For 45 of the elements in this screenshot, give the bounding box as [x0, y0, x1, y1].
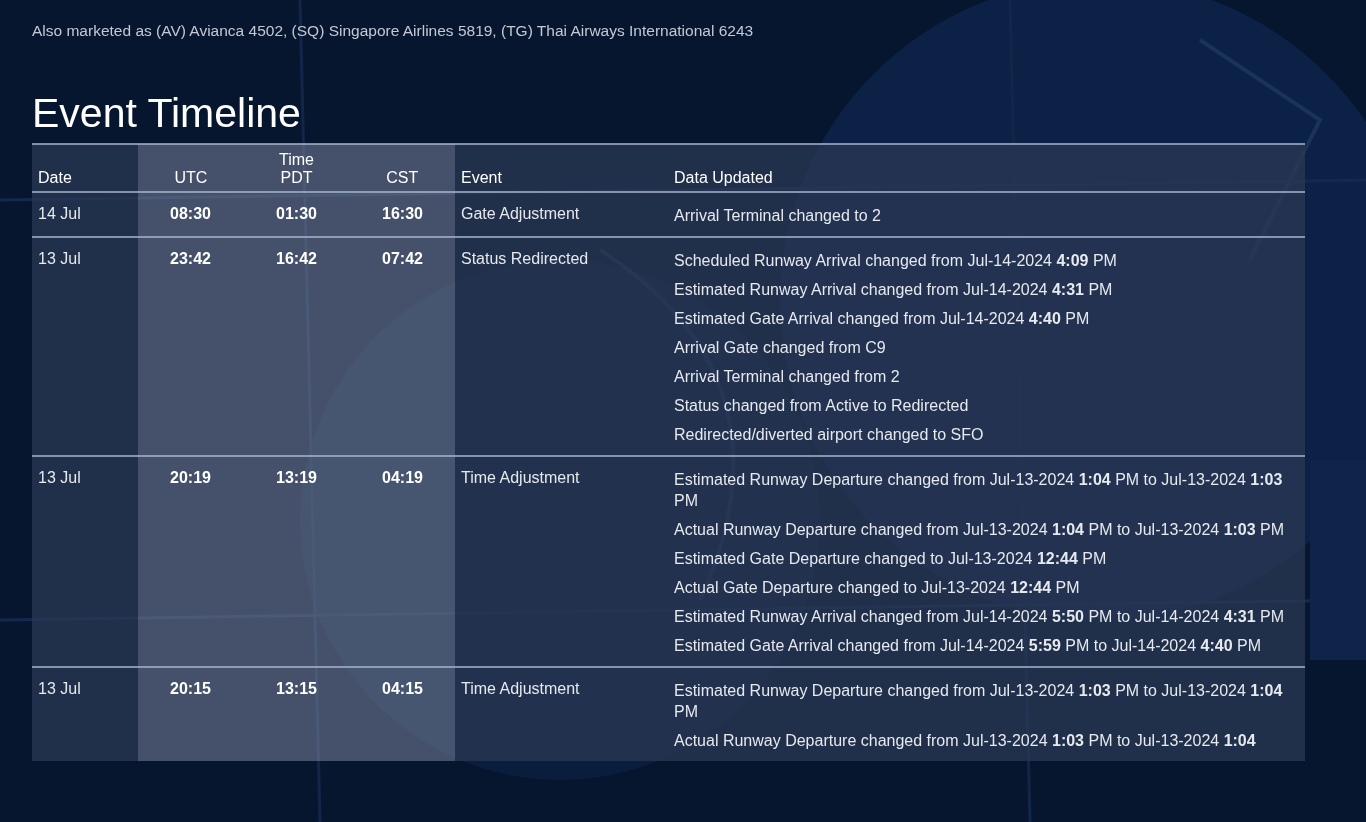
table-cell: 14 Jul	[32, 192, 138, 237]
change-entry: Estimated Runway Departure changed from Jul-13-2024 1:03 PM to Jul-13-2024 1:04 PM	[674, 681, 1284, 722]
change-entry: Estimated Runway Arrival changed from Jul-14-2024 5:50 PM to Jul-14-2024 4:31 PM	[674, 607, 1285, 627]
table-cell: 16:30	[350, 192, 455, 237]
change-entry: Estimated Gate Arrival changed from Jul-14-2024 5:59 PM to Jul-14-2024 4:40 PM	[674, 636, 1262, 656]
change-entry: Scheduled Runway Arrival changed from Jul-14-2024 4:09 PM	[674, 251, 1118, 271]
table-cell: 13 Jul	[32, 667, 138, 761]
change-entry: Arrival Gate changed from C9	[674, 338, 887, 358]
column-header: Event	[455, 144, 668, 192]
change-entry: Actual Runway Departure changed from Jul-13-2024 1:03 PM to Jul-13-2024 1:04	[674, 731, 1257, 751]
table-cell: 08:30	[138, 192, 243, 237]
table-cell: 20:15	[138, 667, 243, 761]
change-entry: Status changed from Active to Redirected	[674, 396, 970, 416]
table-cell: 16:42	[243, 237, 350, 456]
change-entry: Estimated Runway Departure changed from Jul-13-2024 1:04 PM to Jul-13-2024 1:03 PM	[674, 470, 1284, 511]
table-cell: Time Adjustment	[455, 456, 668, 667]
table-cell: 01:30	[243, 192, 350, 237]
change-entry: Actual Gate Departure changed to Jul-13-2024 12:44 PM	[674, 578, 1081, 598]
column-header: Data Updated	[668, 144, 1305, 192]
table-cell: 04:15	[350, 667, 455, 761]
table-cell: 13:15	[243, 667, 350, 761]
table-cell: 13 Jul	[32, 456, 138, 667]
column-header: UTC	[173, 169, 209, 187]
column-header: CST	[385, 169, 420, 187]
column-group-header: Time	[278, 151, 315, 169]
table-cell: Time Adjustment	[455, 667, 668, 761]
change-entry: Actual Runway Departure changed from Jul-13-2024 1:04 PM to Jul-13-2024 1:03 PM	[674, 520, 1285, 540]
table-cell: 23:42	[138, 237, 243, 456]
table-cell: 04:19	[350, 456, 455, 667]
table-cell: 13 Jul	[32, 237, 138, 456]
table-cell: 07:42	[350, 237, 455, 456]
table-cell: 20:19	[138, 456, 243, 667]
codeshare-note: Also marketed as (AV) Avianca 4502, (SQ) Singapore Airlines 5819, (TG) Thai Airways International 6243	[32, 22, 754, 40]
table-cell: Status Redirected	[455, 237, 668, 456]
change-entry: Redirected/diverted airport changed to SFO	[674, 425, 985, 445]
table-cell: 13:19	[243, 456, 350, 667]
section-title: Event Timeline	[32, 90, 301, 137]
column-header: PDT	[279, 169, 314, 187]
change-entry: Arrival Terminal changed from 2	[674, 367, 901, 387]
change-entry: Estimated Gate Departure changed to Jul-13-2024 12:44 PM	[674, 549, 1108, 569]
change-entry: Estimated Gate Arrival changed from Jul-14-2024 4:40 PM	[674, 309, 1091, 329]
column-header: Date	[32, 144, 138, 192]
change-entry: Estimated Runway Arrival changed from Jul-14-2024 4:31 PM	[674, 280, 1114, 300]
change-entry: Arrival Terminal changed to 2	[674, 206, 882, 226]
table-cell: Gate Adjustment	[455, 192, 668, 237]
